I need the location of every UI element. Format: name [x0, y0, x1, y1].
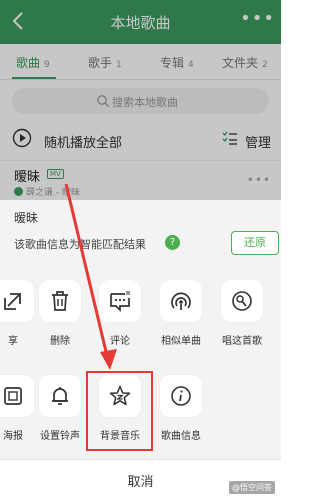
restore-button[interactable]: 还原 — [231, 231, 279, 255]
sheet-title: 暧昧 — [14, 211, 39, 225]
match-info-text: 该歌曲信息为智能匹配结果 — [14, 238, 146, 251]
song-action-sheet: 暧昧 该歌曲信息为智能匹配结果 ? 还原 — [0, 200, 281, 498]
dim-overlay[interactable] — [0, 0, 281, 200]
comment-icon — [99, 280, 141, 322]
sing-icon — [221, 280, 263, 322]
cancel-bar[interactable]: 取消 @悟空问答 — [0, 459, 281, 498]
share-icon — [0, 280, 34, 322]
info-icon — [160, 375, 202, 417]
trash-icon — [39, 280, 81, 322]
action-song-info-label: 歌曲信息 — [161, 431, 201, 442]
action-sing-label: 唱这首歌 — [222, 336, 262, 347]
bell-icon — [39, 375, 81, 417]
highlight-box — [86, 371, 153, 451]
watermark: @悟空问答 — [229, 481, 275, 494]
poster-icon — [0, 375, 34, 417]
help-icon[interactable]: ? — [165, 235, 180, 250]
similar-icon — [160, 280, 202, 322]
